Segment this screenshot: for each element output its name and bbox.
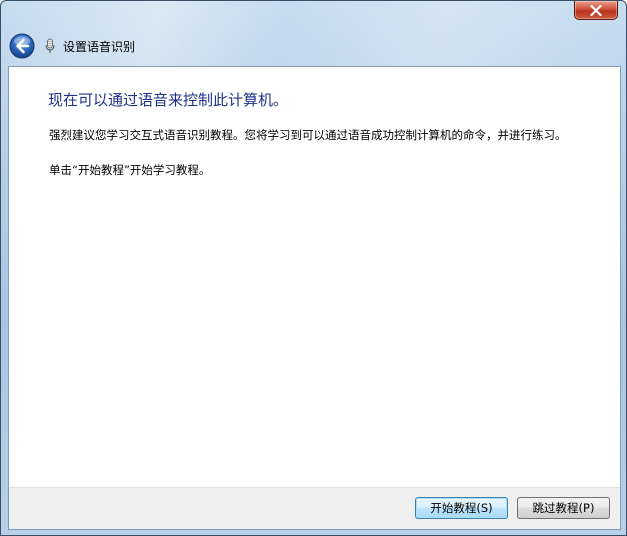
skip-tutorial-button[interactable]: 跳过教程(P) bbox=[517, 497, 610, 519]
back-arrow-icon bbox=[9, 33, 35, 59]
page-heading: 现在可以通过语音来控制此计算机。 bbox=[48, 91, 289, 109]
button-bar: 开始教程(S) 跳过教程(P) bbox=[9, 487, 620, 529]
content-panel: 现在可以通过语音来控制此计算机。 强烈建议您学习交互式语音识别教程。您将学习到可… bbox=[8, 66, 621, 530]
close-button[interactable] bbox=[574, 1, 618, 20]
start-tutorial-button[interactable]: 开始教程(S) bbox=[415, 497, 508, 519]
window-title: 设置语音识别 bbox=[63, 39, 136, 54]
dialog-window: 设置语音识别 现在可以通过语音来控制此计算机。 强烈建议您学习交互式语音识别教程… bbox=[0, 0, 627, 536]
microphone-icon bbox=[45, 38, 55, 54]
instruction-text: 单击“开始教程”开始学习教程。 bbox=[49, 163, 211, 177]
description-text: 强烈建议您学习交互式语音识别教程。您将学习到可以通过语音成功控制计算机的命令，并… bbox=[49, 128, 567, 142]
navigation-bar: 设置语音识别 bbox=[9, 31, 618, 61]
back-button[interactable] bbox=[9, 33, 35, 59]
main-area: 现在可以通过语音来控制此计算机。 强烈建议您学习交互式语音识别教程。您将学习到可… bbox=[9, 67, 620, 488]
close-icon bbox=[590, 4, 602, 16]
